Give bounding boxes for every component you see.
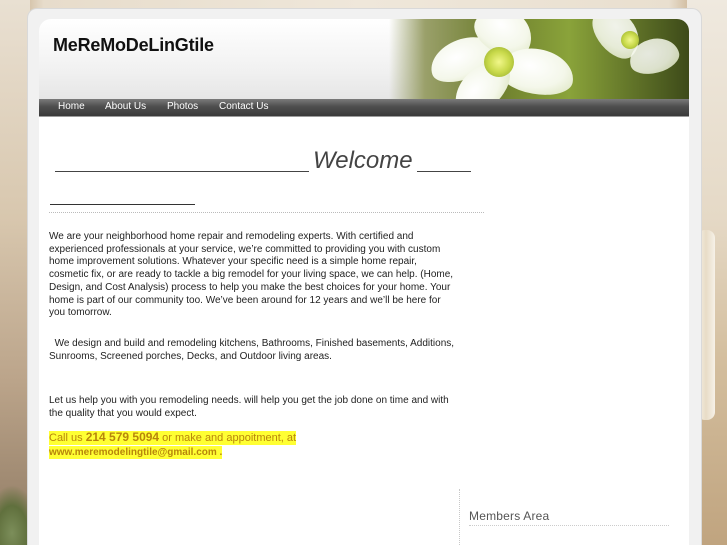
site-title[interactable]: MeReMoDeLinGtile: [53, 35, 214, 56]
cta-line-1: Call us 214 579 5094 or make and appoitm…: [49, 430, 297, 445]
intro-paragraph: We are your neighborhood home repair and…: [49, 231, 454, 319]
main-content: Welcome We are your neighborhood home re…: [39, 117, 689, 545]
page-heading: Welcome: [309, 147, 417, 175]
flower-center: [621, 31, 639, 49]
nav-photos[interactable]: Photos: [167, 101, 198, 112]
members-area-title: Members Area: [469, 509, 550, 523]
nav-home[interactable]: Home: [58, 101, 85, 112]
help-paragraph: Let us help you with you remodeling need…: [49, 395, 449, 419]
section-divider: [49, 212, 484, 213]
phone-number[interactable]: 214 579 5094: [86, 430, 159, 444]
nav-about-us[interactable]: About Us: [105, 101, 146, 112]
flower-center: [484, 47, 514, 77]
services-paragraph: We design and build and remodeling kitch…: [49, 338, 457, 362]
email-link[interactable]: www.meremodelingtile@gmail.com .: [49, 446, 223, 459]
call-to-action: Call us 214 579 5094 or make and appoitm…: [49, 430, 297, 460]
flower-banner-image: [389, 19, 689, 99]
heading-divider: [50, 204, 195, 205]
background-wall-left: [0, 0, 30, 545]
members-divider: [469, 525, 669, 526]
main-nav: Home About Us Photos Contact Us: [39, 99, 689, 117]
cta-middle: or make and appoitment, at: [159, 432, 297, 444]
cta-prefix: Call us: [49, 432, 86, 444]
members-area-box: Members Area: [459, 489, 690, 545]
site-header: MeReMoDeLinGtile: [39, 19, 689, 99]
nav-contact-us[interactable]: Contact Us: [219, 101, 268, 112]
